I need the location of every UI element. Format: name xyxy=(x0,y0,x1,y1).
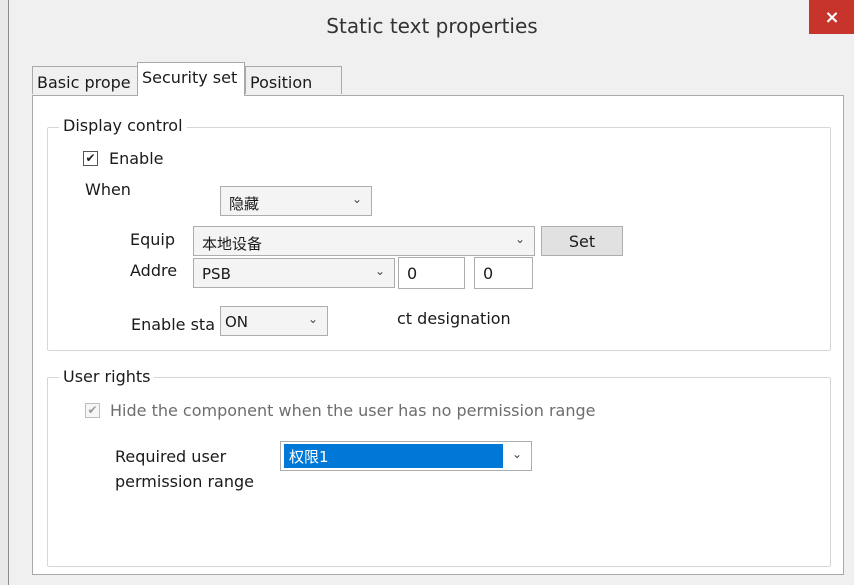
required-permission-label-line2: permission range xyxy=(115,472,254,491)
checkmark-icon: ✔ xyxy=(85,151,96,165)
permission-range-select[interactable]: 权限1 ⌄ xyxy=(280,441,532,471)
enable-checkbox[interactable]: ✔ xyxy=(83,151,98,166)
enable-state-select[interactable]: ON ⌄ xyxy=(220,306,328,336)
equip-label: Equip xyxy=(130,230,176,249)
permission-range-value: 权限1 xyxy=(289,448,329,466)
set-button[interactable]: Set xyxy=(541,226,623,256)
when-label: When xyxy=(85,180,131,199)
display-control-legend: Display control xyxy=(59,116,187,135)
address-field-2-value: 0 xyxy=(483,264,494,283)
dialog-title: Static text properties xyxy=(326,14,538,38)
hide-component-checkbox[interactable]: ✔ xyxy=(85,403,100,418)
chevron-down-icon: ⌄ xyxy=(351,192,362,206)
user-rights-legend: User rights xyxy=(59,367,155,386)
address-label: Addre xyxy=(130,261,178,280)
tab-position[interactable]: Position xyxy=(245,66,342,94)
equip-select-value: 本地设备 xyxy=(202,235,263,253)
required-permission-label-line1: Required user xyxy=(115,447,227,466)
object-designation-text: ct designation xyxy=(397,309,511,328)
enable-state-select-value: ON xyxy=(225,313,249,331)
address-field-2[interactable]: 0 xyxy=(474,257,533,289)
chevron-down-icon: ⌄ xyxy=(374,264,385,278)
enable-label: Enable xyxy=(109,149,164,168)
close-icon: × xyxy=(824,6,840,28)
address-select[interactable]: PSB ⌄ xyxy=(193,258,395,288)
equip-select[interactable]: 本地设备 ⌄ xyxy=(193,226,535,256)
tab-basic-properties[interactable]: Basic prope xyxy=(32,66,139,94)
properties-dialog: Static text properties × Basic prope Sec… xyxy=(8,0,854,585)
chevron-down-icon: ⌄ xyxy=(307,312,318,326)
checkmark-icon: ✔ xyxy=(87,403,98,417)
hide-component-label: Hide the component when the user has no … xyxy=(110,401,596,420)
enable-state-label: Enable sta xyxy=(131,315,215,334)
close-button[interactable]: × xyxy=(809,0,854,34)
tab-panel-security: Display control ✔ Enable When 隐藏 ⌄ Equip… xyxy=(32,95,844,575)
address-field-1[interactable]: 0 xyxy=(398,257,465,289)
when-select[interactable]: 隐藏 ⌄ xyxy=(220,186,372,216)
address-select-value: PSB xyxy=(202,265,231,283)
when-select-value: 隐藏 xyxy=(229,195,260,213)
chevron-down-icon: ⌄ xyxy=(511,447,522,461)
title-bar: Static text properties × xyxy=(9,0,854,52)
tab-security-settings[interactable]: Security set xyxy=(137,62,245,96)
address-field-1-value: 0 xyxy=(407,264,418,283)
chevron-down-icon: ⌄ xyxy=(514,232,525,246)
